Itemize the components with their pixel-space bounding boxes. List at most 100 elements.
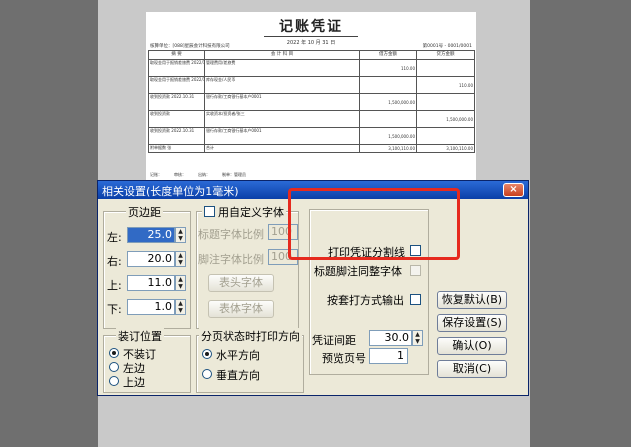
chevron-up-icon[interactable]: ▲ [176, 252, 185, 259]
voucher-gap-label: 凭证间距 [312, 334, 356, 347]
direction-vertical-radio[interactable] [202, 369, 212, 379]
footer-font-checkbox[interactable] [410, 265, 421, 276]
voucher-row: 收到投资款 2022.10.31 银行存款/工商银行基本户0001 1,500,… [148, 127, 475, 145]
direction-vertical-label[interactable]: 垂直方向 [216, 367, 260, 383]
voucher-row: 取现金用于报销差旅费 2022/10 管理费用/差旅费 110.00 [148, 59, 475, 77]
summary-cell: 收到投资款 2022.10.31 [148, 93, 205, 111]
ok-button[interactable]: 确认(O) [437, 337, 507, 355]
attachment-label: 附单据数 [150, 145, 166, 151]
margin-top-label: 上: [107, 279, 122, 292]
account-cell: 银行存款/工商银行基本户0001 [204, 127, 360, 145]
body-font-button[interactable]: 表体字体 [208, 300, 274, 318]
binding-top-label[interactable]: 上边 [123, 374, 145, 390]
summary-cell: 收到投资款 2022.10.31 [148, 127, 205, 145]
cancel-button[interactable]: 取消(C) [437, 360, 507, 378]
header-font-button[interactable]: 表头字体 [208, 274, 274, 292]
overlay-print-label: 按套打方式输出 [327, 294, 404, 307]
total-debit-cell: 3,100,110.00 [359, 144, 417, 153]
margin-left-stepper[interactable]: 25.0 ▲ ▼ [127, 227, 187, 243]
attachment-cell: 附单据数 张 [148, 144, 205, 153]
custom-font-label: 用自定义字体 [218, 206, 284, 219]
margins-legend: 页边距 [126, 204, 163, 220]
margin-top-value[interactable]: 11.0 [127, 275, 175, 291]
title-underline [264, 36, 358, 37]
debit-cell: 110.00 [359, 59, 417, 77]
close-button[interactable]: × [503, 183, 524, 197]
credit-cell: 110.00 [416, 76, 475, 94]
direction-horizontal-radio[interactable] [202, 349, 212, 359]
header-cell: 贷方金额 [416, 50, 475, 60]
voucher-signers: 记账： 审核： 出纳： 制单：管理员 [150, 172, 246, 177]
radio-selected-dot [112, 351, 116, 355]
voucher-number: 第0001号 - 0001/0001 [422, 44, 472, 49]
margin-right-value[interactable]: 20.0 [127, 251, 175, 267]
summary-cell: 取现金用于报销差旅费 2022/10 [148, 76, 205, 94]
voucher-total-row: 附单据数 张 合计 3,100,110.00 3,100,110.00 [148, 144, 475, 153]
chevron-up-icon[interactable]: ▲ [176, 276, 185, 283]
dialog-title: 相关设置(长度单位为1毫米) [102, 185, 239, 198]
chevron-down-icon[interactable]: ▼ [413, 338, 422, 345]
binding-legend: 装订位置 [116, 328, 164, 344]
account-cell: 银行存款/工商银行基本户0001 [204, 93, 360, 111]
debit-cell: 1,500,000.00 [359, 127, 417, 145]
chevron-down-icon[interactable]: ▼ [176, 259, 185, 266]
debit-cell: 1,500,000.00 [359, 93, 417, 111]
margin-right-label: 右: [107, 255, 122, 268]
spin-arrows[interactable]: ▲ ▼ [175, 251, 186, 267]
debit-cell [359, 76, 417, 94]
footer-ratio-label: 脚注字体比例 [198, 253, 264, 266]
attachment-unit: 张 [167, 145, 172, 151]
margin-bottom-stepper[interactable]: 1.0 ▲ ▼ [127, 299, 187, 315]
voucher-gap-value[interactable]: 30.0 [369, 330, 412, 346]
credit-cell [416, 93, 475, 111]
credit-cell: 1,500,000.00 [416, 110, 475, 128]
debit-cell [359, 110, 417, 128]
summary-cell: 取现金用于报销差旅费 2022/10 [148, 59, 205, 77]
voucher-row: 收到投资款 2022.10.31 银行存款/工商银行基本户0001 1,500,… [148, 93, 475, 111]
binding-top-radio[interactable] [109, 376, 119, 386]
preview-page-input[interactable]: 1 [369, 348, 408, 364]
footer-font-label: 标题脚注同整字体 [314, 265, 402, 278]
restore-defaults-button[interactable]: 恢复默认(B) [437, 291, 507, 309]
margin-right-stepper[interactable]: 20.0 ▲ ▼ [127, 251, 187, 267]
binding-none-radio[interactable] [109, 348, 119, 358]
margin-left-value[interactable]: 25.0 [127, 227, 175, 243]
preview-right-margin [530, 0, 631, 447]
credit-cell [416, 127, 475, 145]
header-cell: 会 计 科 目 [204, 50, 360, 60]
chevron-down-icon[interactable]: ▼ [176, 283, 185, 290]
spin-arrows[interactable]: ▲ ▼ [175, 227, 186, 243]
voucher-table: 摘 要 会 计 科 目 借方金额 贷方金额 取现金用于报销差旅费 2022/10… [148, 50, 475, 153]
summary-cell: 收到投资款 [148, 110, 205, 128]
margin-top-stepper[interactable]: 11.0 ▲ ▼ [127, 275, 187, 291]
chevron-up-icon[interactable]: ▲ [176, 228, 185, 235]
header-cell: 摘 要 [148, 50, 205, 60]
custom-font-legend-wrap: 用自定义字体 [202, 204, 286, 220]
chevron-up-icon[interactable]: ▲ [176, 300, 185, 307]
credit-cell [416, 59, 475, 77]
voucher-header-row: 摘 要 会 计 科 目 借方金额 贷方金额 [148, 50, 475, 60]
overlay-print-checkbox[interactable] [410, 294, 421, 305]
preview-page-label: 预览页号 [322, 352, 366, 365]
spin-arrows[interactable]: ▲ ▼ [175, 299, 186, 315]
account-cell: 实收资本/投资者/张三 [204, 110, 360, 128]
margin-bottom-label: 下: [107, 303, 122, 316]
voucher-gap-stepper[interactable]: 30.0 ▲ ▼ [369, 330, 423, 346]
title-ratio-label: 标题字体比例 [198, 228, 264, 241]
account-cell: 管理费用/差旅费 [204, 59, 360, 77]
binding-left-radio[interactable] [109, 362, 119, 372]
account-cell: 库存现金/人民币 [204, 76, 360, 94]
total-label-cell: 合计 [204, 144, 360, 153]
direction-horizontal-label[interactable]: 水平方向 [216, 347, 260, 363]
voucher-unit: 核算单位：[088]星辰会计科技有限公司 [150, 44, 230, 49]
spin-arrows[interactable]: ▲ ▼ [412, 330, 423, 346]
margin-bottom-value[interactable]: 1.0 [127, 299, 175, 315]
chevron-up-icon[interactable]: ▲ [413, 331, 422, 338]
chevron-down-icon[interactable]: ▼ [176, 307, 185, 314]
preview-left-margin [0, 0, 98, 447]
header-cell: 借方金额 [359, 50, 417, 60]
chevron-down-icon[interactable]: ▼ [176, 235, 185, 242]
save-settings-button[interactable]: 保存设置(S) [437, 314, 507, 332]
spin-arrows[interactable]: ▲ ▼ [175, 275, 186, 291]
custom-font-checkbox[interactable] [204, 206, 215, 217]
